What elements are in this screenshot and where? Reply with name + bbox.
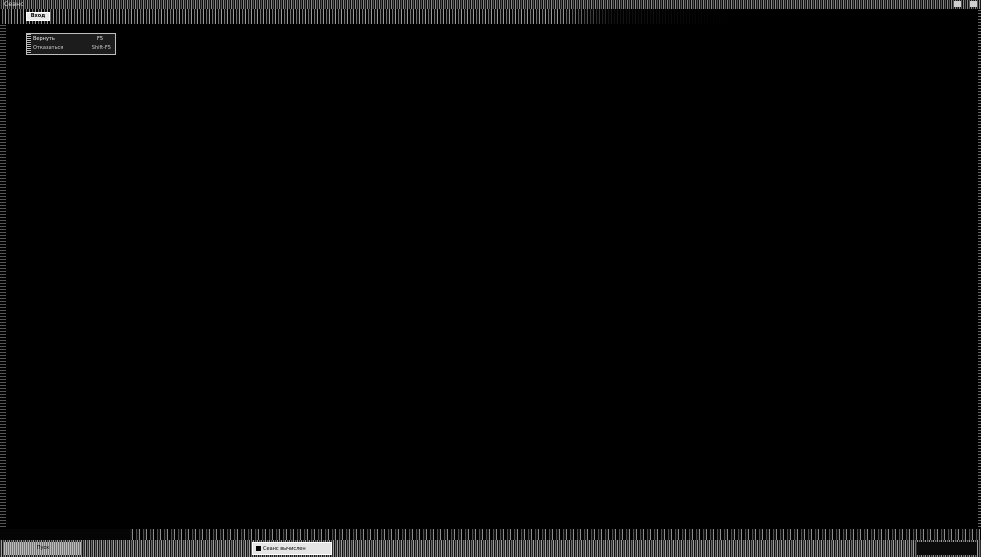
popup-stripe [27, 34, 31, 54]
popup-item-shortcut: Shift-F5 [91, 45, 111, 51]
status-strip-left [0, 529, 130, 540]
close-icon[interactable] [970, 1, 977, 7]
title-bar[interactable]: Сеанс [0, 0, 981, 9]
taskbar: Пуск Сеанс вычислен [0, 540, 981, 557]
system-tray [917, 542, 977, 555]
menu-button[interactable]: Вход [26, 12, 50, 21]
left-border [0, 24, 6, 529]
taskbar-item-label: Сеанс вычислен [263, 546, 306, 552]
popup-menu: Вернуть F5 Отказаться Shift-F5 [26, 33, 116, 55]
screen: Сеанс Вход Вернуть F5 Отказаться Shift-F… [0, 0, 981, 557]
start-button[interactable]: Пуск [4, 542, 82, 555]
popup-item-restore[interactable]: Вернуть F5 [33, 35, 113, 44]
taskbar-item[interactable] [90, 542, 240, 555]
taskbar-item-active[interactable]: Сеанс вычислен [252, 542, 332, 555]
popup-item-shortcut: F5 [96, 36, 103, 42]
window-icon [256, 546, 261, 551]
minimize-icon[interactable] [954, 1, 961, 7]
status-strip [0, 529, 981, 540]
popup-item-label: Вернуть [33, 36, 55, 42]
popup-item-cancel[interactable]: Отказаться Shift-F5 [33, 44, 113, 53]
window-title: Сеанс [4, 1, 24, 8]
toolbar [0, 9, 981, 24]
popup-item-label: Отказаться [33, 45, 64, 51]
toolbar-fade [560, 9, 981, 24]
